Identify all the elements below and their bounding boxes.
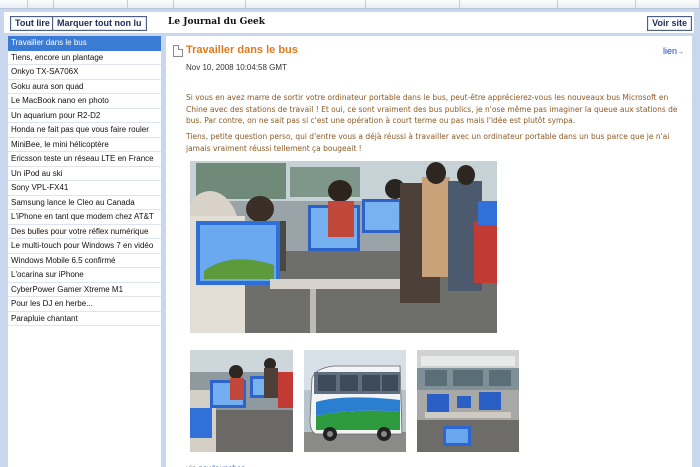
list-item[interactable]: Tiens, encore un plantage [8,51,161,65]
tab-segment[interactable] [460,0,558,8]
tab-segment[interactable] [128,0,174,8]
arrow-right-icon: → [677,49,684,56]
list-item[interactable]: MiniBee, le mini hélicoptère [8,138,161,152]
lien-link[interactable]: lien→ [663,46,684,56]
marquer-tout-non-lu-button[interactable]: Marquer tout non lu [52,16,147,31]
thumbnail-interior-photo[interactable] [417,350,519,452]
list-item[interactable]: L'iPhone en tant que modem chez AT&T [8,210,161,225]
workstations-illustration [190,350,293,452]
bus-exterior-illustration [304,350,406,452]
article-paragraph: Si vous en avez marre de sortir votre or… [186,93,678,125]
tab-segment[interactable] [246,0,366,8]
tab-segment[interactable] [366,0,460,8]
feed-title: Le Journal du Geek [168,17,266,27]
browser-tab-strip [0,0,700,9]
tab-segment[interactable] [636,0,700,8]
tout-lire-button[interactable]: Tout lire [10,16,55,31]
reader-frame: Tout lire Marquer tout non lu Le Journal… [0,9,700,467]
list-item[interactable]: Goku aura son quad [8,80,161,94]
list-item[interactable]: Le multi-touch pour Windows 7 en vidéo [8,239,161,254]
list-item[interactable]: Un iPod au ski [8,167,161,181]
tab-segment[interactable] [174,0,246,8]
list-item[interactable]: Un aquarium pour R2-D2 [8,109,161,123]
list-item[interactable]: L'ocarina sur iPhone [8,268,161,283]
bus-aisle-illustration [417,350,519,452]
article-title[interactable]: Travailler dans le bus [186,44,298,56]
tab-segment[interactable] [54,0,128,8]
list-item[interactable]: Travailler dans le bus [8,36,161,51]
list-item[interactable]: Ericsson teste un réseau LTE en France [8,152,161,167]
article-date: Nov 10, 2008 10:04:58 GMT [186,63,287,72]
lien-label: lien [662,46,677,56]
list-item[interactable]: Samsung lance le Cleo au Canada [8,196,161,210]
voir-site-button[interactable]: Voir site [647,16,692,31]
article-pane: Travailler dans le bus lien→ Nov 10, 200… [166,36,692,467]
tab-segment[interactable] [0,0,28,8]
list-item[interactable]: Honda ne fait pas que vous faire rouler [8,123,161,138]
bus-interior-photo [190,161,497,333]
tab-segment[interactable] [28,0,54,8]
list-item[interactable]: Pour les DJ en herbe... [8,297,161,312]
bus-interior-illustration [190,161,497,333]
document-icon [173,45,183,57]
list-item[interactable]: Des bulles pour votre réflex numérique [8,225,161,239]
list-item[interactable]: Parapluie chantant [8,312,161,326]
thumbnail-workstations-photo[interactable] [190,350,293,452]
article-paragraph: Tiens, petite question perso, qui d'entr… [186,132,670,153]
article-list: Travailler dans le bus Tiens, encore un … [8,36,161,467]
list-item[interactable]: Sony VPL-FX41 [8,181,161,196]
reader-toolbar: Tout lire Marquer tout non lu Le Journal… [4,12,694,34]
list-item[interactable]: CyberPower Gamer Xtreme M1 [8,283,161,297]
list-item[interactable]: Windows Mobile 6.5 confirmé [8,254,161,268]
tab-segment[interactable] [558,0,636,8]
thumbnail-bus-photo[interactable] [304,350,406,452]
list-item[interactable]: Onkyo TX-SA706X [8,65,161,80]
list-item[interactable]: Le MacBook nano en photo [8,94,161,109]
